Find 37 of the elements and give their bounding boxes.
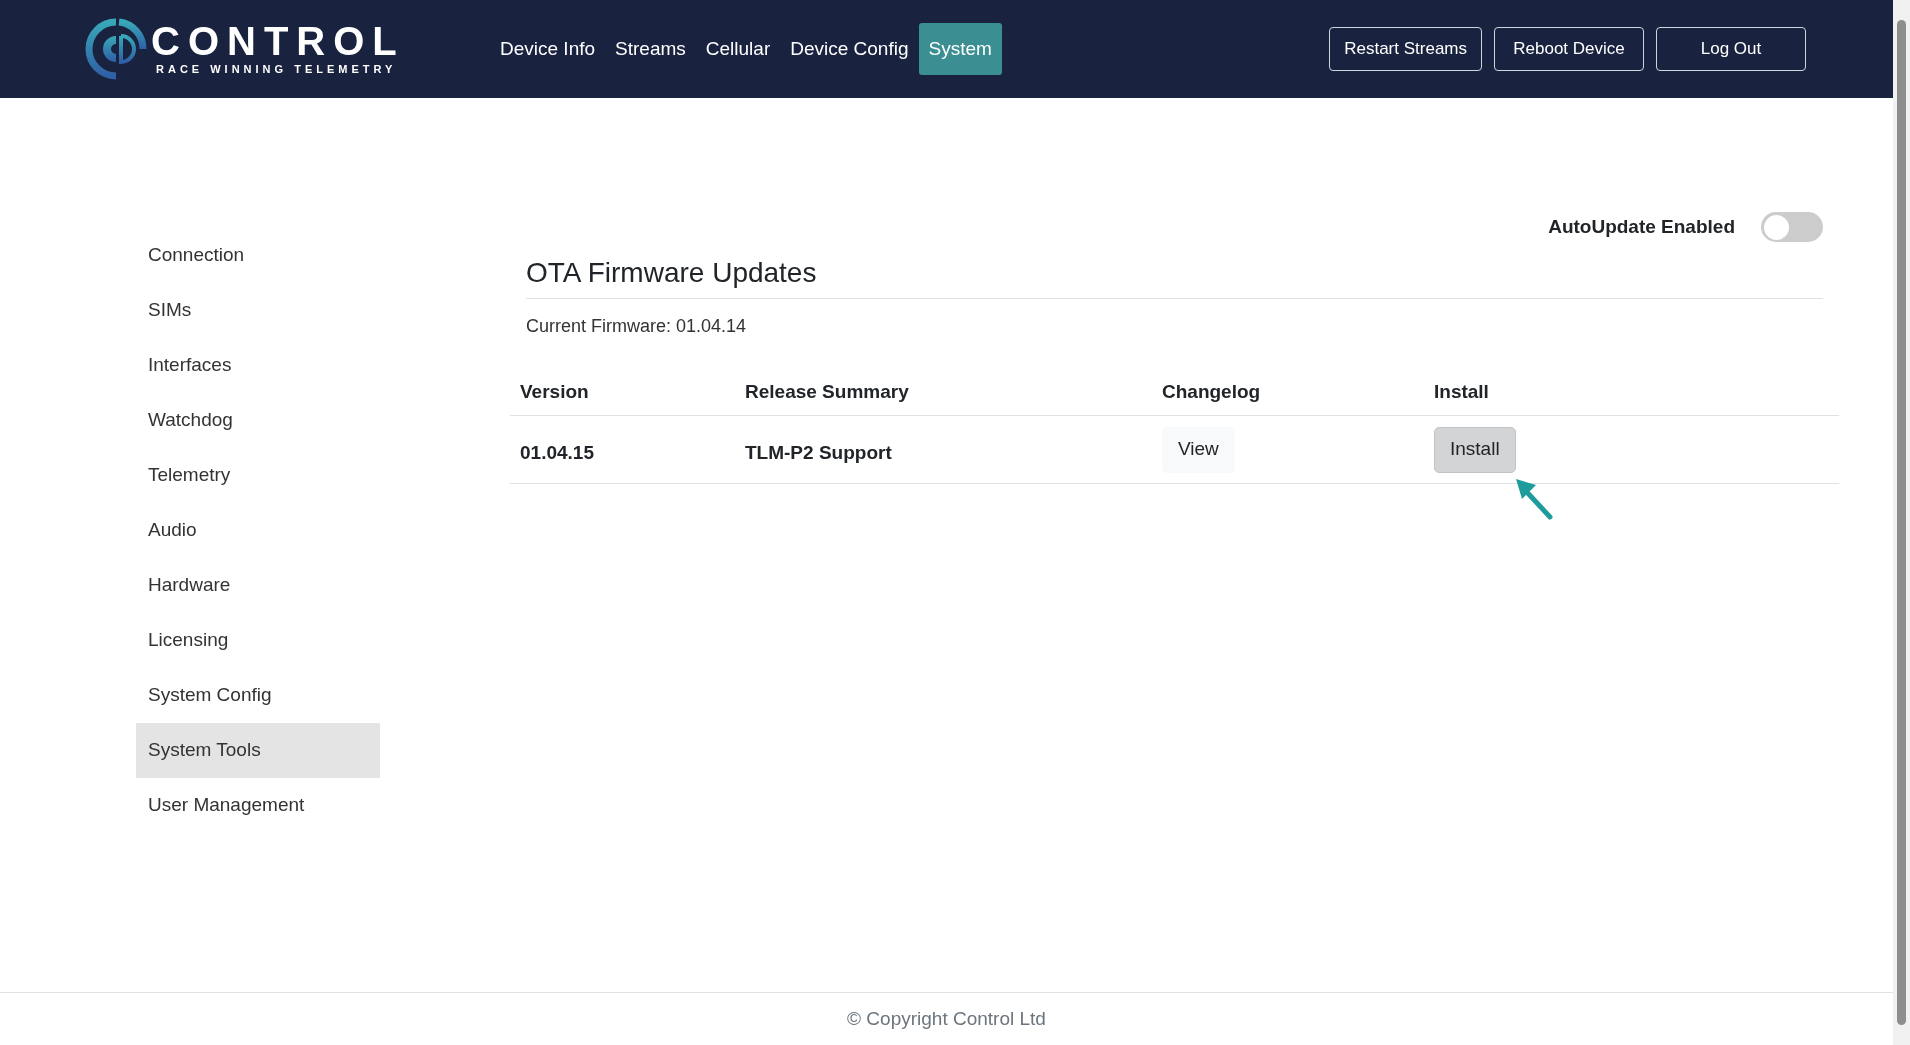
nav-tab[interactable]: Device Config bbox=[780, 22, 919, 76]
column-header: Install bbox=[1434, 380, 1489, 405]
version-cell: 01.04.15 bbox=[520, 442, 594, 464]
brand-name: CONTROL bbox=[151, 20, 405, 61]
sidebar-item[interactable]: User Management bbox=[136, 778, 380, 833]
sidebar-item[interactable]: System Config bbox=[136, 668, 380, 723]
scrollbar[interactable] bbox=[1893, 0, 1910, 1045]
sidebar-item[interactable]: Interfaces bbox=[136, 338, 380, 393]
sidebar-item[interactable]: Audio bbox=[136, 503, 380, 558]
autoupdate-label: AutoUpdate Enabled bbox=[1548, 214, 1735, 239]
nav-tab[interactable]: Device Info bbox=[490, 22, 606, 76]
sidebar-item[interactable]: Connection bbox=[136, 228, 380, 283]
section-title: OTA Firmware Updates bbox=[526, 252, 1823, 299]
footer-copyright: © Copyright Control Ltd bbox=[847, 1006, 1046, 1031]
column-header: Changelog bbox=[1162, 380, 1261, 405]
header-button[interactable]: Restart Streams bbox=[1329, 27, 1482, 71]
sidebar-item[interactable]: Watchdog bbox=[136, 393, 380, 448]
header-button[interactable]: Log Out bbox=[1656, 27, 1806, 71]
nav-tab[interactable]: Cellular bbox=[695, 22, 781, 76]
header-button[interactable]: Reboot Device bbox=[1494, 27, 1644, 71]
logo-icon bbox=[85, 18, 147, 80]
view-button[interactable]: View bbox=[1162, 426, 1235, 473]
autoupdate-toggle[interactable] bbox=[1761, 212, 1823, 242]
annotation-arrow bbox=[1514, 476, 1554, 521]
sidebar-item[interactable]: Hardware bbox=[136, 558, 380, 613]
brand-tagline: RACE WINNING TELEMETRY bbox=[156, 61, 398, 77]
install-button[interactable]: Install bbox=[1434, 426, 1516, 473]
current-firmware: Current Firmware: 01.04.14 bbox=[526, 315, 748, 338]
nav-tab[interactable]: Streams bbox=[605, 22, 696, 76]
sidebar-item[interactable]: Telemetry bbox=[136, 448, 380, 503]
nav-tab[interactable]: System bbox=[918, 22, 1002, 76]
sidebar-item[interactable]: SIMs bbox=[136, 283, 380, 338]
summary-cell: TLM-P2 Support bbox=[745, 442, 892, 464]
column-header: Release Summary bbox=[745, 380, 909, 405]
sidebar-item[interactable]: System Tools bbox=[136, 723, 380, 778]
column-header: Version bbox=[520, 380, 589, 405]
sidebar-item[interactable]: Licensing bbox=[136, 613, 380, 668]
